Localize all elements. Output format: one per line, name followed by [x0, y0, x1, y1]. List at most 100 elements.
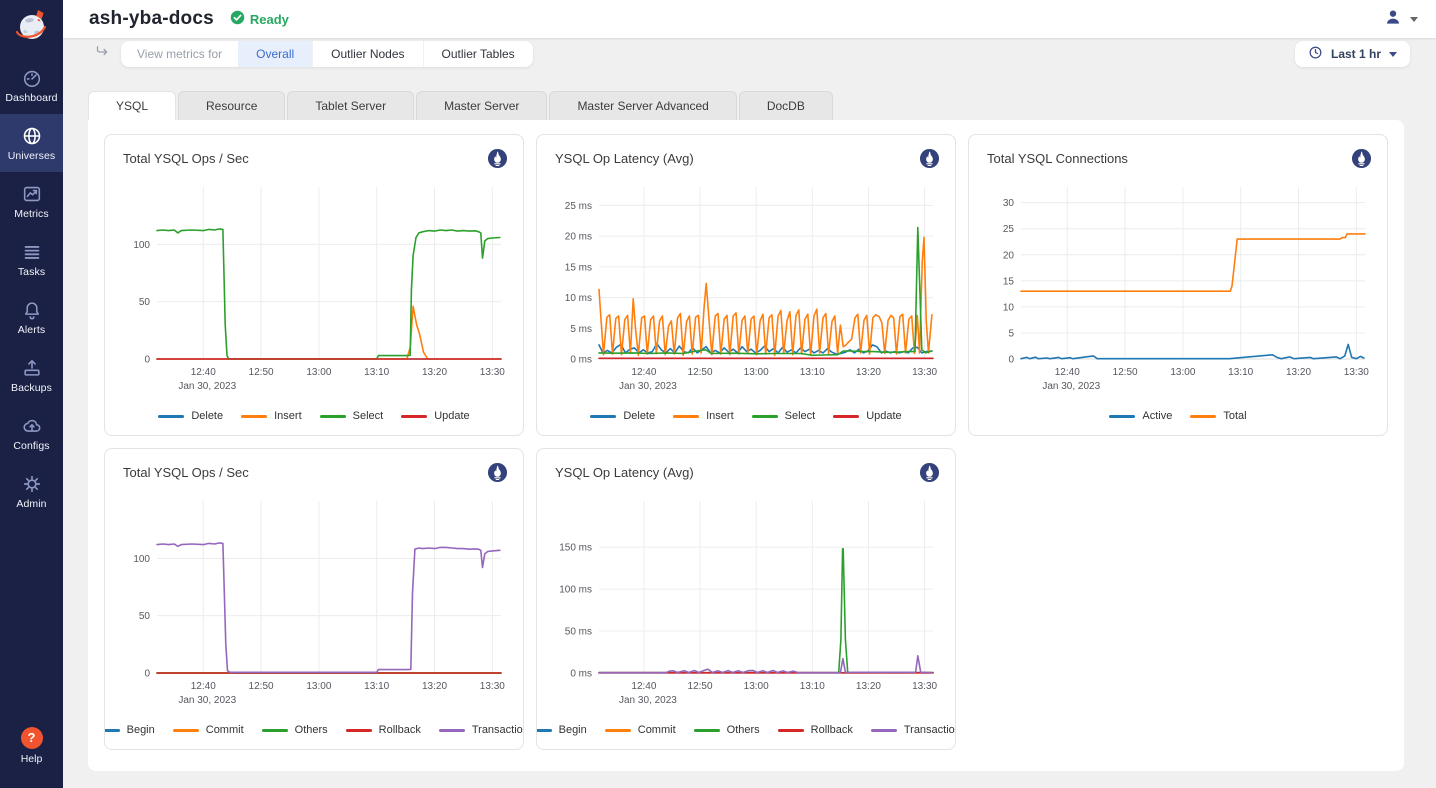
legend-swatch [673, 415, 699, 418]
tab-tablet-server[interactable]: Tablet Server [287, 91, 414, 120]
time-range-button[interactable]: Last 1 hr [1295, 41, 1410, 67]
clock-icon [1308, 45, 1323, 63]
scope-tab-outlier-nodes[interactable]: Outlier Nodes [312, 41, 422, 67]
prometheus-icon[interactable] [919, 462, 940, 483]
legend-swatch [694, 729, 720, 732]
sidebar-item-metrics[interactable]: Metrics [0, 172, 63, 230]
sidebar-item-backups[interactable]: Backups [0, 346, 63, 404]
svg-text:13:10: 13:10 [1228, 367, 1253, 378]
tab-resource[interactable]: Resource [178, 91, 285, 120]
legend-swatch [346, 729, 372, 732]
legend-item-commit[interactable]: Commit [605, 724, 676, 736]
sidebar-item-admin[interactable]: Admin [0, 462, 63, 520]
legend-swatch [241, 415, 267, 418]
sidebar-nav: Dashboard Universes Metrics [0, 56, 63, 520]
legend-swatch [778, 729, 804, 732]
svg-text:12:50: 12:50 [249, 681, 274, 692]
legend-item-commit[interactable]: Commit [173, 724, 244, 736]
svg-text:50: 50 [139, 611, 151, 622]
svg-text:12:50: 12:50 [1113, 367, 1138, 378]
svg-text:100 ms: 100 ms [559, 585, 592, 596]
legend-item-others[interactable]: Others [694, 724, 760, 736]
legend-item-insert[interactable]: Insert [673, 410, 734, 422]
legend-item-transactions[interactable]: Transactions [871, 724, 956, 736]
legend-item-update[interactable]: Update [833, 410, 901, 422]
legend-item-rollback[interactable]: Rollback [346, 724, 421, 736]
legend-label: Transactions [472, 724, 524, 736]
sidebar-item-help[interactable]: ? Help [0, 714, 63, 778]
legend-swatch [536, 729, 552, 732]
tab-master-server-advanced[interactable]: Master Server Advanced [549, 91, 736, 120]
chart-plot-area[interactable]: 05010012:4012:5013:0013:1013:2013:30Jan … [105, 171, 523, 401]
legend-item-select[interactable]: Select [752, 410, 816, 422]
chart-legend: Begin Commit Others Rollback Transactions [537, 724, 955, 749]
legend-item-transactions[interactable]: Transactions [439, 724, 524, 736]
user-menu[interactable] [1383, 7, 1418, 32]
legend-item-rollback[interactable]: Rollback [778, 724, 853, 736]
tab-ysql[interactable]: YSQL [88, 91, 176, 120]
sidebar-item-universes[interactable]: Universes [0, 114, 63, 172]
svg-text:13:20: 13:20 [856, 681, 881, 692]
legend-label: Others [295, 724, 328, 736]
sidebar-item-tasks[interactable]: Tasks [0, 230, 63, 288]
svg-text:13:10: 13:10 [364, 681, 389, 692]
legend-label: Active [1142, 410, 1172, 422]
chart-plot-area[interactable]: 0 ms50 ms100 ms150 ms12:4012:5013:0013:1… [537, 485, 955, 715]
legend-item-total[interactable]: Total [1190, 410, 1246, 422]
svg-text:25: 25 [1003, 224, 1015, 235]
legend-label: Delete [191, 410, 223, 422]
tab-master-server[interactable]: Master Server [416, 91, 547, 120]
chart-plot-area[interactable]: 05101520253012:4012:5013:0013:1013:2013:… [969, 171, 1387, 401]
legend-label: Insert [274, 410, 302, 422]
return-arrow-icon [93, 43, 111, 66]
legend-item-begin[interactable]: Begin [536, 724, 587, 736]
legend-swatch [320, 415, 346, 418]
svg-text:13:00: 13:00 [744, 681, 769, 692]
legend-item-update[interactable]: Update [401, 410, 469, 422]
user-avatar-icon [1383, 7, 1403, 32]
svg-text:13:30: 13:30 [912, 367, 937, 378]
svg-text:13:10: 13:10 [800, 367, 825, 378]
svg-text:Jan 30, 2023: Jan 30, 2023 [178, 695, 236, 706]
legend-item-begin[interactable]: Begin [104, 724, 155, 736]
chart-plot-area[interactable]: 0 ms5 ms10 ms15 ms20 ms25 ms12:4012:5013… [537, 171, 955, 401]
svg-text:0 ms: 0 ms [570, 669, 592, 680]
prometheus-icon[interactable] [487, 462, 508, 483]
legend-label: Update [434, 410, 469, 422]
legend-item-delete[interactable]: Delete [590, 410, 655, 422]
svg-text:12:40: 12:40 [631, 367, 656, 378]
chart-card-ysql-connections: Total YSQL Connections 05101520253012:40… [968, 134, 1388, 436]
svg-text:0: 0 [144, 669, 150, 680]
prometheus-icon[interactable] [919, 148, 940, 169]
scope-tab-outlier-tables[interactable]: Outlier Tables [423, 41, 533, 67]
chart-plot-area[interactable]: 05010012:4012:5013:0013:1013:2013:30Jan … [105, 485, 523, 715]
help-icon: ? [21, 727, 43, 749]
sidebar-item-dashboard[interactable]: Dashboard [0, 56, 63, 114]
metrics-toolbar: View metrics for Overall Outlier Nodes O… [93, 41, 1410, 67]
legend-swatch [833, 415, 859, 418]
cloud-upload-icon [21, 415, 43, 437]
prometheus-icon[interactable] [487, 148, 508, 169]
legend-label: Commit [638, 724, 676, 736]
sidebar-item-configs[interactable]: Configs [0, 404, 63, 462]
legend-item-insert[interactable]: Insert [241, 410, 302, 422]
svg-text:Jan 30, 2023: Jan 30, 2023 [1042, 381, 1100, 392]
svg-text:50: 50 [139, 297, 151, 308]
scope-tab-overall[interactable]: Overall [238, 41, 312, 67]
universes-icon [21, 125, 43, 147]
prometheus-icon[interactable] [1351, 148, 1372, 169]
sidebar-item-label: Metrics [14, 208, 49, 220]
legend-item-select[interactable]: Select [320, 410, 384, 422]
tab-docdb[interactable]: DocDB [739, 91, 833, 120]
legend-item-active[interactable]: Active [1109, 410, 1172, 422]
legend-item-delete[interactable]: Delete [158, 410, 223, 422]
svg-text:5: 5 [1008, 328, 1014, 339]
bell-icon [21, 299, 43, 321]
app-logo[interactable] [0, 0, 63, 56]
chart-title: YSQL Op Latency (Avg) [555, 151, 694, 166]
legend-item-others[interactable]: Others [262, 724, 328, 736]
sidebar-item-alerts[interactable]: Alerts [0, 288, 63, 346]
svg-text:13:00: 13:00 [744, 367, 769, 378]
svg-text:13:20: 13:20 [856, 367, 881, 378]
svg-text:13:30: 13:30 [912, 681, 937, 692]
